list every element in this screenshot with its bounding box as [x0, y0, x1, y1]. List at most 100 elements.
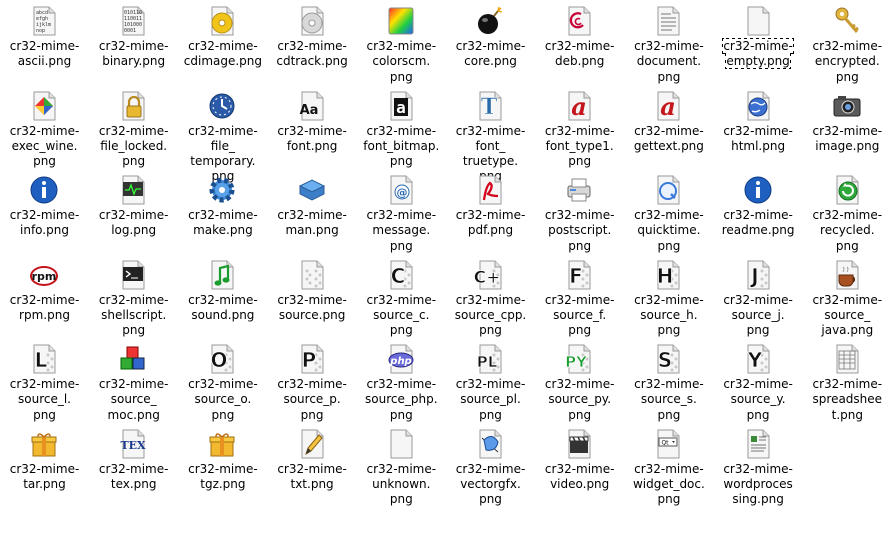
cdtrack-icon[interactable] [296, 5, 328, 37]
info-icon[interactable] [28, 174, 60, 206]
type1-font-icon[interactable]: a [563, 90, 595, 122]
coffee-cup-icon[interactable] [831, 259, 863, 291]
gettext-icon[interactable]: a [652, 90, 684, 122]
clapperboard-icon[interactable] [563, 428, 595, 460]
pencil-icon[interactable] [296, 428, 328, 460]
file-item[interactable]: cr32-mime- html.png [714, 87, 803, 171]
source-l-icon[interactable]: L [28, 343, 60, 375]
source-f-icon[interactable]: F [563, 259, 595, 291]
source-icon[interactable] [296, 259, 328, 291]
file-item[interactable]: PL cr32-mime- source_pl. png [446, 340, 535, 424]
binary-icon[interactable]: 010110 110011 101000 0001 [117, 5, 149, 37]
file-item[interactable]: a cr32-mime- gettext.png [624, 87, 713, 171]
file-item[interactable]: cr32-mime- cdtrack.png [268, 2, 357, 86]
file-item[interactable]: cr32-mime- spreadshee t.png [803, 340, 892, 424]
recycle-icon[interactable] [831, 174, 863, 206]
file-item[interactable]: cr32-mime- log.png [89, 171, 178, 255]
file-item[interactable]: Pcr32-mime- source_p. png [268, 340, 357, 424]
file-item[interactable]: cr32-mime- empty.png [714, 2, 803, 86]
gift-box-icon[interactable] [28, 428, 60, 460]
file-item[interactable]: Qt cr32-mime- widget_doc. png [624, 425, 713, 509]
bitmap-font-icon[interactable]: a [385, 90, 417, 122]
gift-box-icon[interactable] [206, 428, 238, 460]
file-item[interactable]: Ccr32-mime- source_c. png [357, 256, 446, 340]
cubes-icon[interactable] [117, 343, 149, 375]
file-item[interactable]: cr32-mime- pdf.png [446, 171, 535, 255]
file-item[interactable]: php cr32-mime- source_php. png [357, 340, 446, 424]
file-item[interactable]: rpm cr32-mime- rpm.png [0, 256, 89, 340]
empty-file-icon[interactable] [742, 5, 774, 37]
source-y-icon[interactable]: Y [742, 343, 774, 375]
file-item[interactable]: cr32-mime- source_ java.png [803, 256, 892, 340]
file-item[interactable]: cr32-mime- recycled. png [803, 171, 892, 255]
tex-icon[interactable]: TEX [117, 428, 149, 460]
file-item[interactable]: cr32-mime- colorscm. png [357, 2, 446, 86]
file-item[interactable]: 010110 110011 101000 0001 cr32-mime- binary.… [89, 2, 178, 86]
unknown-file-icon[interactable] [385, 428, 417, 460]
cdimage-icon[interactable] [206, 5, 238, 37]
file-item[interactable]: cr32-mime- file_ temporary. png [178, 87, 267, 183]
readme-info-icon[interactable] [742, 174, 774, 206]
file-item[interactable]: cr32-mime- quicktime. png [624, 171, 713, 255]
file-item[interactable]: Hcr32-mime- source_h. png [624, 256, 713, 340]
file-item[interactable]: a cr32-mime- font_type1. png [535, 87, 624, 171]
rpm-icon[interactable]: rpm [28, 259, 60, 291]
file-item[interactable]: cr32-mime- document. png [624, 2, 713, 86]
file-item[interactable]: cr32-mime- shellscript. png [89, 256, 178, 340]
log-monitor-icon[interactable] [117, 174, 149, 206]
printer-icon[interactable] [563, 174, 595, 206]
temporary-icon[interactable] [206, 90, 238, 122]
file-item[interactable]: Lcr32-mime- source_l. png [0, 340, 89, 424]
file-item[interactable]: a cr32-mime- font_bitmap. png [357, 87, 446, 171]
wine-icon[interactable] [28, 90, 60, 122]
document-icon[interactable] [652, 5, 684, 37]
spreadsheet-icon[interactable] [831, 343, 863, 375]
ascii-text-icon[interactable]: abcd efgh ijklm nop [28, 5, 60, 37]
source-o-icon[interactable]: O [206, 343, 238, 375]
color-scheme-icon[interactable] [385, 5, 417, 37]
widget-icon[interactable]: Qt [652, 428, 684, 460]
vector-graphics-icon[interactable] [474, 428, 506, 460]
file-item[interactable]: cr32-mime- readme.png [714, 171, 803, 255]
file-item[interactable]: cr32-mime- txt.png [268, 425, 357, 509]
file-item[interactable]: cr32-mime- man.png [268, 171, 357, 255]
file-item[interactable]: cr32-mime- exec_wine. png [0, 87, 89, 171]
source-p-icon[interactable]: P [296, 343, 328, 375]
file-item[interactable]: cr32-mime- file_locked. png [89, 87, 178, 171]
word-processing-icon[interactable] [742, 428, 774, 460]
file-item[interactable]: cr32-mime- unknown. png [357, 425, 446, 509]
file-item[interactable]: cr32-mime- vectorgfx. png [446, 425, 535, 509]
bomb-icon[interactable] [474, 5, 506, 37]
file-item[interactable]: cr32-mime- sound.png [178, 256, 267, 340]
gear-icon[interactable] [206, 174, 238, 206]
truetype-icon[interactable]: T [474, 90, 506, 122]
lock-icon[interactable] [117, 90, 149, 122]
file-item[interactable]: Ocr32-mime- source_o. png [178, 340, 267, 424]
file-item[interactable]: Scr32-mime- source_s. png [624, 340, 713, 424]
file-item[interactable]: cr32-mime- source.png [268, 256, 357, 340]
file-item[interactable]: cr32-mime- make.png [178, 171, 267, 255]
source-py-icon[interactable]: PY [563, 343, 595, 375]
source-h-icon[interactable]: H [652, 259, 684, 291]
quicktime-icon[interactable] [652, 174, 684, 206]
font-icon[interactable]: Aa [296, 90, 328, 122]
source-pl-icon[interactable]: PL [474, 343, 506, 375]
file-item[interactable]: cr32-mime- wordproces sing.png [714, 425, 803, 509]
file-item[interactable]: cr32-mime- postscript. png [535, 171, 624, 255]
terminal-icon[interactable] [117, 259, 149, 291]
file-item[interactable]: cr32-mime- tar.png [0, 425, 89, 509]
file-item[interactable]: cr32-mime- core.png [446, 2, 535, 86]
file-item[interactable]: cr32-mime- info.png [0, 171, 89, 255]
globe-icon[interactable] [742, 90, 774, 122]
file-item[interactable]: Jcr32-mime- source_j. png [714, 256, 803, 340]
source-j-icon[interactable]: J [742, 259, 774, 291]
file-item[interactable]: cr32-mime- source_ moc.png [89, 340, 178, 424]
file-item[interactable]: PY cr32-mime- source_py. png [535, 340, 624, 424]
file-item[interactable]: Ycr32-mime- source_y. png [714, 340, 803, 424]
file-item[interactable]: TEX cr32-mime- tex.png [89, 425, 178, 509]
file-item[interactable]: cr32-mime- image.png [803, 87, 892, 171]
file-item[interactable]: abcd efgh ijklm nop cr32-mime- ascii.png [0, 2, 89, 86]
file-item[interactable]: Aa cr32-mime- font.png [268, 87, 357, 171]
music-note-icon[interactable] [206, 259, 238, 291]
debian-icon[interactable] [563, 5, 595, 37]
